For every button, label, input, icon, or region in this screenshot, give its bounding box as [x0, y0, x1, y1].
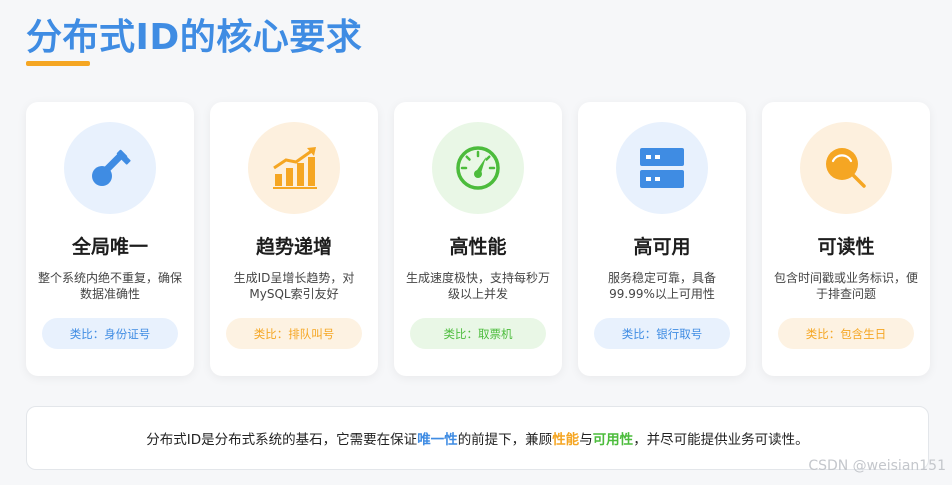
analogy-badge: 类比：取票机 — [410, 318, 546, 349]
card-description: 整个系统内绝不重复，确保数据准确性 — [37, 271, 182, 301]
card-title: 可读性 — [817, 236, 875, 258]
requirement-cards: 全局唯一 整个系统内绝不重复，确保数据准确性 类比：身份证号 趋势递增 生成ID… — [26, 102, 930, 376]
speedometer-icon — [432, 122, 524, 214]
card-high-performance: 高性能 生成速度极快，支持每秒万级以上并发 类比：取票机 — [394, 102, 562, 376]
card-title: 高可用 — [633, 236, 691, 258]
card-readability: 可读性 包含时间戳或业务标识，便于排查问题 类比：包含生日 — [762, 102, 930, 376]
card-description: 生成ID呈增长趋势，对MySQL索引友好 — [233, 271, 355, 301]
summary-text: 的前提下，兼顾 — [457, 432, 553, 448]
analogy-badge: 类比：排队叫号 — [226, 318, 362, 349]
summary-text: ，并尽可能提供业务可读性。 — [633, 432, 809, 448]
card-description: 服务稳定可靠，具备99.99%以上可用性 — [607, 271, 716, 301]
analogy-badge: 类比：银行取号 — [594, 318, 730, 349]
key-icon — [64, 122, 156, 214]
analogy-badge: 类比：身份证号 — [42, 318, 178, 349]
card-high-availability: 高可用 服务稳定可靠，具备99.99%以上可用性 类比：银行取号 — [578, 102, 746, 376]
server-icon — [616, 122, 708, 214]
page-title: 分布式ID的核心要求 — [26, 17, 363, 58]
card-title: 高性能 — [449, 236, 507, 258]
trend-chart-icon — [248, 122, 340, 214]
highlight-uniqueness: 唯一性 — [417, 432, 458, 448]
summary-text: 与 — [579, 432, 593, 448]
card-description: 生成速度极快，支持每秒万级以上并发 — [405, 271, 550, 301]
card-description: 包含时间戳或业务标识，便于排查问题 — [773, 271, 918, 301]
card-title: 全局唯一 — [71, 236, 148, 258]
title-underline — [26, 61, 90, 66]
card-title: 趋势递增 — [255, 236, 332, 258]
summary-text: 分布式ID是分布式系统的基石，它需要在保证 — [146, 432, 418, 448]
search-icon — [800, 122, 892, 214]
summary-box: 分布式ID是分布式系统的基石，它需要在保证 唯一性 的前提下，兼顾 性能与可用性 ，并尽… — [26, 406, 929, 470]
watermark: CSDN @weisian151 — [808, 458, 946, 474]
highlight-performance: 性能 — [552, 432, 580, 448]
card-global-unique: 全局唯一 整个系统内绝不重复，确保数据准确性 类比：身份证号 — [26, 102, 194, 376]
card-trend-increasing: 趋势递增 生成ID呈增长趋势，对MySQL索引友好 类比：排队叫号 — [210, 102, 378, 376]
analogy-badge: 类比：包含生日 — [778, 318, 914, 349]
highlight-availability: 可用性 — [592, 432, 634, 448]
